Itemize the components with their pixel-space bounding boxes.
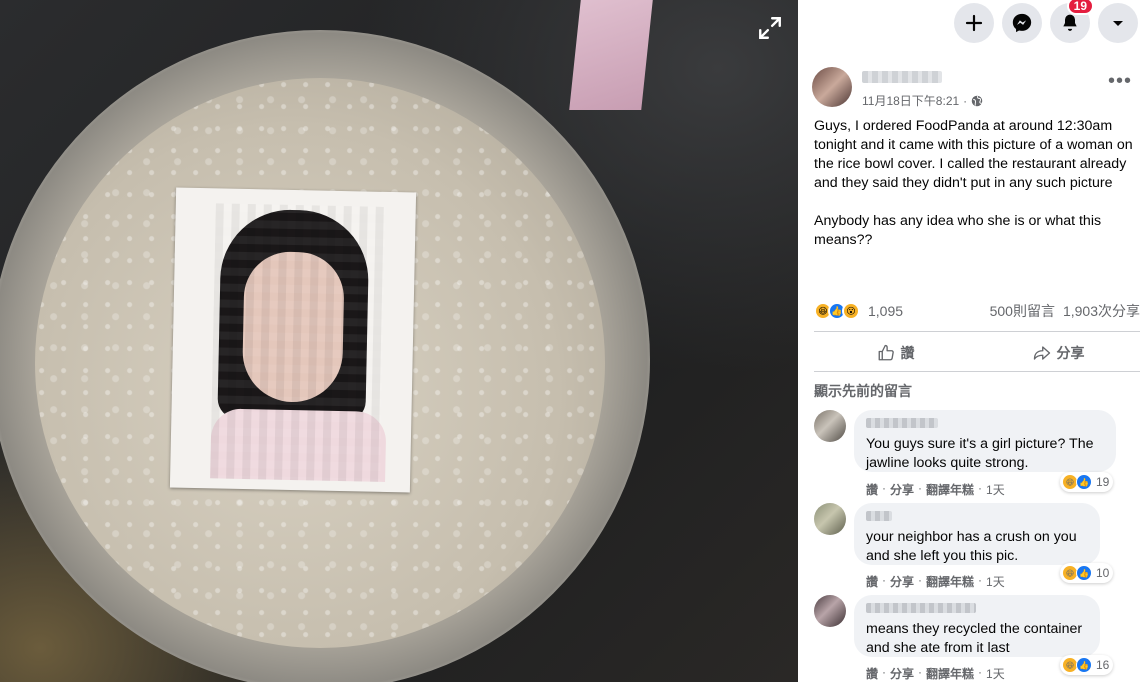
account-menu-button[interactable] (1098, 3, 1138, 43)
comment-like-link[interactable]: 讚 (866, 573, 878, 590)
comment-like-link[interactable]: 讚 (866, 481, 878, 498)
post-body: Guys, I ordered FoodPanda at around 12:3… (814, 118, 1133, 248)
comment-age[interactable]: 1天 (986, 481, 1005, 498)
pixelation-overlay (210, 203, 386, 482)
comment-reactions[interactable]: 😆 👍 19 (1060, 472, 1114, 492)
like-reaction-icon: 👍 (1076, 565, 1092, 581)
comment-translate-link[interactable]: 翻譯年糕 (926, 481, 974, 498)
globe-icon (971, 95, 983, 106)
post-timestamp[interactable]: 11月18日下午8:21 (862, 92, 959, 109)
comment-text: You guys sure it's a girl picture? The j… (866, 436, 1098, 471)
comment-age[interactable]: 1天 (986, 665, 1005, 682)
reaction-icons: 😆 👍 😮 (814, 302, 860, 320)
like-reaction-icon: 👍 (1076, 657, 1092, 673)
post-action-bar: 讚 分享 (814, 336, 1140, 370)
share-button[interactable]: 分享 (977, 336, 1140, 370)
share-label: 分享 (1056, 345, 1085, 361)
post-panel: 19 11月18日下午8:21 · ••• Guys, I ordered Fo… (798, 0, 1140, 682)
caret-down-icon (1113, 21, 1123, 26)
pink-bag (569, 0, 653, 110)
commenter-name-redacted[interactable] (866, 511, 892, 521)
plus-icon (965, 14, 983, 32)
bell-icon (1063, 14, 1077, 31)
more-options-button[interactable]: ••• (1108, 71, 1132, 91)
comment-translate-link[interactable]: 翻譯年糕 (926, 573, 974, 590)
comment: means they recycled the container and sh… (814, 595, 1140, 682)
notifications-button[interactable]: 19 (1050, 0, 1094, 43)
comment-count[interactable]: 500則留言 (990, 301, 1055, 321)
wow-reaction-icon: 😮 (842, 302, 860, 320)
top-bar: 19 (954, 0, 1140, 44)
comment-actions: 讚 · 分享 · 翻譯年糕 · 1天 (866, 665, 1005, 682)
comment: your neighbor has a crush on you and she… (814, 503, 1140, 593)
share-arrow-icon (1033, 346, 1050, 360)
create-button[interactable] (954, 3, 994, 43)
reaction-summary[interactable]: 😆 👍 😮 1,095 500則留言 1,903次分享 (814, 300, 1140, 322)
author-name-redacted[interactable] (862, 71, 942, 83)
divider-top (814, 331, 1140, 332)
comment-age[interactable]: 1天 (986, 573, 1005, 590)
comment-actions: 讚 · 分享 · 翻譯年糕 · 1天 (866, 573, 1005, 590)
like-button[interactable]: 讚 (814, 336, 977, 370)
id-photo (169, 187, 417, 493)
comment-text: means they recycled the container and sh… (866, 621, 1087, 656)
comment-actions: 讚 · 分享 · 翻譯年糕 · 1天 (866, 481, 1005, 498)
fullscreen-button[interactable] (754, 12, 786, 44)
messenger-button[interactable] (1002, 3, 1042, 43)
commenter-avatar[interactable] (814, 595, 846, 627)
post-meta: 11月18日下午8:21 · (862, 92, 983, 109)
thumbs-up-icon (878, 344, 894, 361)
comment-reaction-count: 19 (1096, 475, 1110, 489)
comment-reactions[interactable]: 😆 👍 10 (1060, 563, 1114, 583)
share-count[interactable]: 1,903次分享 (1063, 301, 1140, 321)
like-label: 讚 (900, 345, 915, 361)
comment-share-link[interactable]: 分享 (890, 573, 914, 590)
comment-text: your neighbor has a crush on you and she… (866, 529, 1081, 564)
photo-viewer (0, 0, 798, 682)
post-header: 11月18日下午8:21 · ••• (812, 67, 1132, 111)
comment-reactions[interactable]: 😆 👍 16 (1060, 655, 1114, 675)
comment: You guys sure it's a girl picture? The j… (814, 410, 1140, 500)
comment-share-link[interactable]: 分享 (890, 665, 914, 682)
divider-bottom (814, 371, 1140, 372)
reaction-count[interactable]: 1,095 (868, 303, 903, 319)
commenter-name-redacted[interactable] (866, 603, 976, 613)
commenter-avatar[interactable] (814, 503, 846, 535)
commenter-avatar[interactable] (814, 410, 846, 442)
comment-bubble: means they recycled the container and sh… (854, 595, 1100, 657)
comment-translate-link[interactable]: 翻譯年糕 (926, 665, 974, 682)
notification-badge: 19 (1066, 0, 1094, 15)
messenger-icon (1012, 13, 1032, 33)
comment-like-link[interactable]: 讚 (866, 665, 878, 682)
like-reaction-icon: 👍 (1076, 474, 1092, 490)
post-stats: 500則留言 1,903次分享 (990, 301, 1140, 321)
comment-share-link[interactable]: 分享 (890, 481, 914, 498)
author-avatar[interactable] (812, 67, 852, 107)
commenter-name-redacted[interactable] (866, 418, 938, 428)
expand-icon (759, 17, 781, 39)
comment-reaction-count: 16 (1096, 658, 1110, 672)
comment-reaction-count: 10 (1096, 566, 1110, 580)
comment-bubble: You guys sure it's a girl picture? The j… (854, 410, 1116, 472)
show-previous-comments[interactable]: 顯示先前的留言 (814, 381, 912, 401)
comment-bubble: your neighbor has a crush on you and she… (854, 503, 1100, 565)
